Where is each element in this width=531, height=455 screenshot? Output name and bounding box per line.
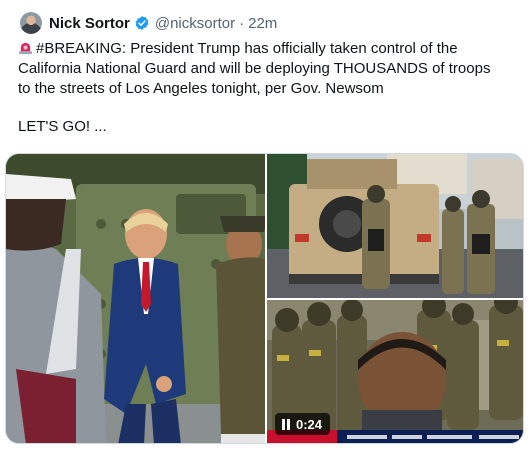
author-avatar[interactable] xyxy=(20,12,42,34)
tweet-card[interactable]: Nick Sortor @nicksortor · 22m #BREAKING:… xyxy=(0,0,531,455)
tweet-line-2: California National Guard and will be de… xyxy=(18,60,491,77)
tweet-line-1: #BREAKING: President Trump has officiall… xyxy=(18,39,518,59)
header-separator: · xyxy=(239,14,245,32)
author-name[interactable]: Nick Sortor xyxy=(49,15,130,32)
tweet-text-line-1: #BREAKING: President Trump has officiall… xyxy=(36,40,458,57)
author-handle[interactable]: @nicksortor xyxy=(155,15,235,32)
tweet-line-4: LET'S GO! ... xyxy=(18,118,107,135)
video-time: 0:24 xyxy=(296,416,323,432)
tweet-header: Nick Sortor @nicksortor · 22m xyxy=(20,10,277,36)
verified-badge-icon xyxy=(134,15,150,31)
pause-icon[interactable] xyxy=(281,418,291,430)
tweet-line-3: to the streets of Los Angeles tonight, p… xyxy=(18,80,384,97)
tweet-text: #BREAKING: President Trump has officiall… xyxy=(18,39,518,137)
video-troops-street[interactable]: 0:24 xyxy=(267,300,523,443)
video-time-badge[interactable]: 0:24 xyxy=(275,413,331,435)
photo-trump-walking[interactable] xyxy=(6,154,265,443)
siren-emoji-icon xyxy=(18,40,33,55)
post-timestamp[interactable]: 22m xyxy=(248,15,277,32)
photo-humvee-troops[interactable] xyxy=(267,154,523,298)
media-grid: 0:24 xyxy=(5,153,524,444)
